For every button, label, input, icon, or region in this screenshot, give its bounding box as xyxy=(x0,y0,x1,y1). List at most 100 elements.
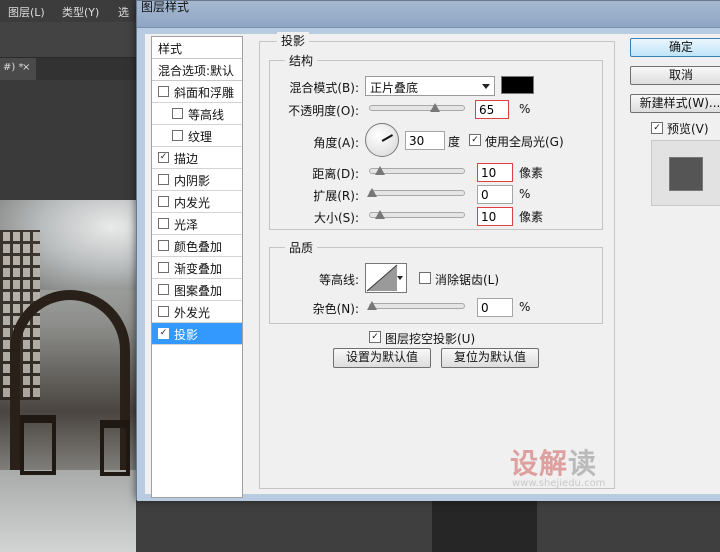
knockout-checkbox[interactable]: ✓ xyxy=(369,331,381,343)
style-item-checkbox[interactable] xyxy=(158,240,169,251)
size-unit: 像素 xyxy=(519,210,544,224)
spread-slider[interactable] xyxy=(367,188,465,197)
blend-mode-select[interactable]: 正片叠底 xyxy=(365,76,495,96)
style-item[interactable]: 外发光 xyxy=(152,301,242,323)
document-tab-label: #) * xyxy=(3,62,24,73)
noise-input[interactable] xyxy=(477,298,513,317)
style-item-checkbox[interactable] xyxy=(172,130,183,141)
blending-options-item[interactable]: 混合选项:默认 xyxy=(152,59,242,81)
style-item-checkbox[interactable] xyxy=(158,218,169,229)
style-item-checkbox[interactable] xyxy=(158,86,169,97)
opacity-input[interactable] xyxy=(475,100,509,119)
preview-checkbox[interactable]: ✓ xyxy=(651,122,663,134)
knockout-label: 图层挖空投影(U) xyxy=(385,332,476,346)
style-item-checkbox[interactable] xyxy=(158,306,169,317)
distance-input[interactable] xyxy=(477,163,513,182)
style-item[interactable]: 斜面和浮雕 xyxy=(152,81,242,103)
style-item-label: 描边 xyxy=(174,152,199,166)
style-item[interactable]: 图案叠加 xyxy=(152,279,242,301)
distance-unit: 像素 xyxy=(519,166,544,180)
slider-thumb[interactable] xyxy=(367,188,377,197)
style-item-checkbox[interactable] xyxy=(158,196,169,207)
style-item[interactable]: 光泽 xyxy=(152,213,242,235)
drop-shadow-title: 投影 xyxy=(277,32,310,49)
cancel-button[interactable]: 取消 xyxy=(630,66,720,85)
style-item[interactable]: 等高线 xyxy=(152,103,242,125)
dialog-titlebar[interactable]: 图层样式 xyxy=(137,0,720,28)
slider-thumb[interactable] xyxy=(367,301,377,310)
style-item-label: 光泽 xyxy=(174,218,199,232)
style-item[interactable]: 内阴影 xyxy=(152,169,242,191)
noise-slider[interactable] xyxy=(367,301,465,310)
spread-unit: % xyxy=(519,187,531,201)
style-list-header[interactable]: 样式 xyxy=(152,37,242,59)
style-item[interactable]: 颜色叠加 xyxy=(152,235,242,257)
opacity-unit: % xyxy=(519,102,531,116)
document-tab[interactable]: #) * xyxy=(0,58,36,80)
style-item-label: 外发光 xyxy=(174,306,211,320)
style-item[interactable]: 纹理 xyxy=(152,125,242,147)
slider-thumb[interactable] xyxy=(375,210,385,219)
style-item[interactable]: 内发光 xyxy=(152,191,242,213)
style-item-label: 纹理 xyxy=(188,130,213,144)
canvas-area-top xyxy=(0,80,140,200)
style-item[interactable]: 渐变叠加 xyxy=(152,257,242,279)
style-item[interactable]: ✓ 投影 xyxy=(152,323,242,345)
style-item-checkbox[interactable]: ✓ xyxy=(158,152,169,163)
style-item-checkbox[interactable] xyxy=(172,108,183,119)
blend-mode-label: 混合模式(B): xyxy=(289,81,359,95)
watermark-gray: 读 xyxy=(568,447,598,480)
distance-label: 距离(D): xyxy=(312,167,359,181)
contour-linear-icon xyxy=(366,264,398,292)
noise-label: 杂色(N): xyxy=(312,302,359,316)
size-slider[interactable] xyxy=(369,210,465,219)
scene-chair xyxy=(100,420,130,476)
global-light-checkbox[interactable]: ✓ xyxy=(469,134,481,146)
angle-input[interactable] xyxy=(405,131,445,150)
style-item-checkbox[interactable] xyxy=(158,262,169,273)
angle-label: 角度(A): xyxy=(313,136,359,150)
style-item-label: 斜面和浮雕 xyxy=(174,86,235,100)
chevron-down-icon xyxy=(482,84,490,89)
angle-dial[interactable] xyxy=(365,123,399,157)
close-icon[interactable]: × xyxy=(22,62,30,73)
style-item-label: 图案叠加 xyxy=(174,284,223,298)
preview-label: 预览(V) xyxy=(667,122,709,136)
document-canvas[interactable] xyxy=(0,200,140,552)
structure-title: 结构 xyxy=(285,52,318,69)
reset-default-button[interactable]: 复位为默认值 xyxy=(441,348,539,368)
style-item-checkbox[interactable]: ✓ xyxy=(158,328,169,339)
style-preview xyxy=(651,140,720,206)
opacity-slider[interactable] xyxy=(369,103,465,112)
layer-style-dialog: 图层样式 样式 混合选项:默认 斜面和浮雕等高线纹理 ✓ 描边内阴影内发光光泽颜色叠… xyxy=(136,0,720,501)
anti-alias-checkbox[interactable] xyxy=(419,272,431,284)
ok-button[interactable]: 确定 xyxy=(630,38,720,57)
scene-floor xyxy=(0,470,140,552)
style-list: 样式 混合选项:默认 斜面和浮雕等高线纹理 ✓ 描边内阴影内发光光泽颜色叠加 渐变叠加… xyxy=(151,36,243,498)
slider-thumb[interactable] xyxy=(430,103,440,112)
spread-label: 扩展(R): xyxy=(313,189,359,203)
style-item-checkbox[interactable] xyxy=(158,174,169,185)
contour-picker[interactable] xyxy=(365,263,407,293)
menu-item-layer[interactable]: 图层(L) xyxy=(8,4,45,20)
spread-input[interactable] xyxy=(477,185,513,204)
scene-chair xyxy=(20,415,56,475)
style-preview-swatch xyxy=(669,157,703,191)
dialog-title: 图层样式 xyxy=(141,0,190,14)
chevron-down-icon xyxy=(397,276,403,280)
style-item-checkbox[interactable] xyxy=(158,284,169,295)
make-default-button[interactable]: 设置为默认值 xyxy=(333,348,431,368)
shadow-color-swatch[interactable] xyxy=(501,76,534,94)
distance-slider[interactable] xyxy=(369,166,465,175)
new-style-button[interactable]: 新建样式(W)... xyxy=(630,94,720,113)
global-light-label: 使用全局光(G) xyxy=(485,135,564,149)
menu-item-select[interactable]: 选 xyxy=(118,4,129,20)
menu-item-type[interactable]: 类型(Y) xyxy=(62,4,99,20)
watermark-red: 设解 xyxy=(510,447,569,480)
style-item-label: 内发光 xyxy=(174,196,211,210)
blend-mode-value: 正片叠底 xyxy=(370,81,419,95)
slider-thumb[interactable] xyxy=(375,166,385,175)
size-input[interactable] xyxy=(477,207,513,226)
style-item[interactable]: ✓ 描边 xyxy=(152,147,242,169)
watermark-url: www.shejiedu.com xyxy=(512,478,606,489)
